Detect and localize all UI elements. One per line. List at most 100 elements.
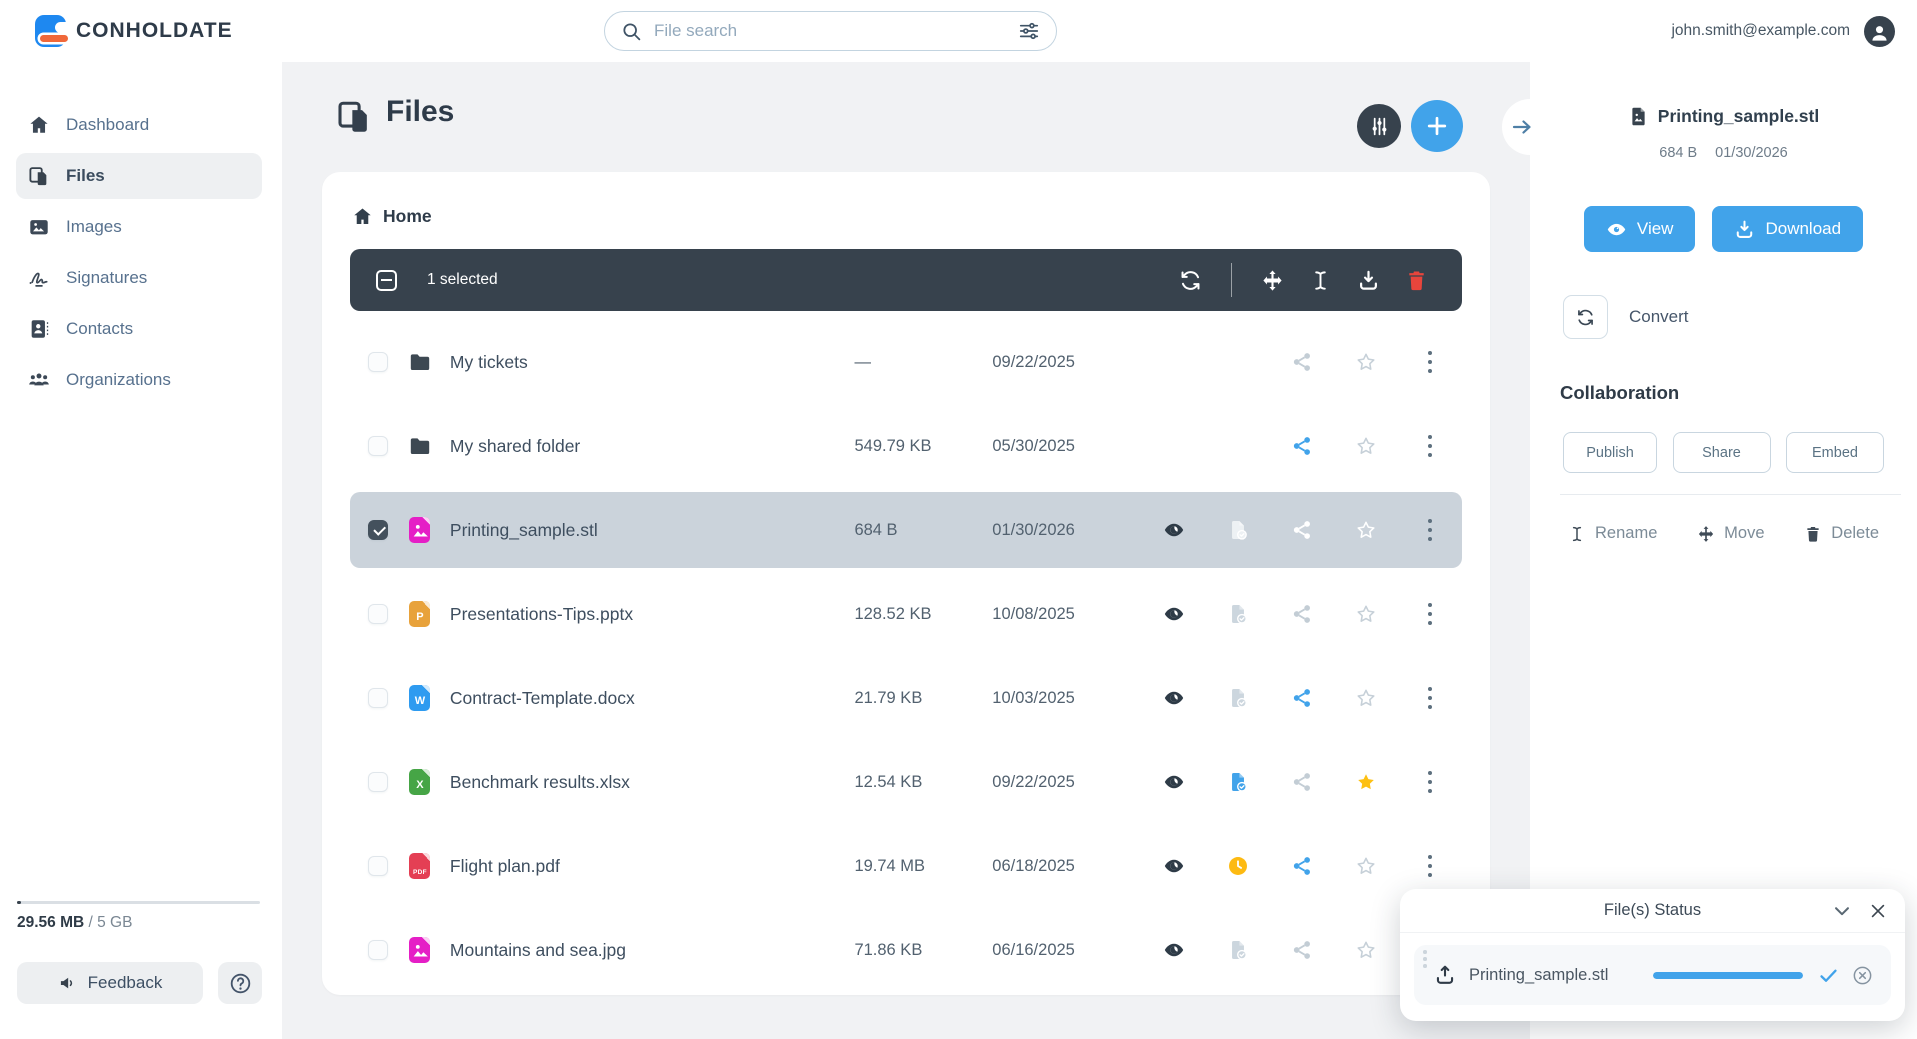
share-button[interactable]: Share bbox=[1673, 432, 1771, 473]
table-row[interactable]: P Presentations-Tips.pptx 128.52 KB 10/0… bbox=[350, 576, 1462, 652]
conversion-status-icon[interactable] bbox=[1206, 855, 1270, 877]
favorite-star-icon[interactable] bbox=[1334, 435, 1398, 457]
row-checkbox[interactable] bbox=[368, 520, 388, 540]
row-menu-kebab[interactable] bbox=[1398, 433, 1462, 460]
folder-icon bbox=[408, 350, 432, 374]
share-icon[interactable] bbox=[1270, 939, 1334, 961]
publish-button[interactable]: Publish bbox=[1563, 432, 1657, 473]
row-checkbox[interactable] bbox=[368, 352, 388, 372]
convert-button[interactable]: Convert bbox=[1563, 295, 1689, 339]
row-checkbox[interactable] bbox=[368, 604, 388, 624]
table-row[interactable]: X Benchmark results.xlsx 12.54 KB 09/22/… bbox=[350, 744, 1462, 820]
file-name[interactable]: Contract-Template.docx bbox=[442, 688, 855, 709]
upload-complete-icon bbox=[1818, 965, 1839, 986]
file-name[interactable]: Flight plan.pdf bbox=[442, 856, 855, 877]
move-selected-icon[interactable] bbox=[1261, 269, 1284, 292]
row-checkbox[interactable] bbox=[368, 856, 388, 876]
sidebar-item-contacts[interactable]: Contacts bbox=[16, 306, 262, 352]
conversion-status-icon[interactable] bbox=[1206, 771, 1270, 793]
file-name[interactable]: Printing_sample.stl bbox=[442, 520, 855, 541]
user-email[interactable]: john.smith@example.com bbox=[1671, 22, 1850, 40]
conversion-status-icon[interactable] bbox=[1206, 519, 1270, 541]
favorite-star-icon[interactable] bbox=[1334, 687, 1398, 709]
sidebar-item-dashboard[interactable]: Dashboard bbox=[16, 102, 262, 148]
embed-button[interactable]: Embed bbox=[1786, 432, 1884, 473]
search-input[interactable] bbox=[654, 21, 1006, 41]
close-icon bbox=[1868, 901, 1888, 921]
table-row[interactable]: Mountains and sea.jpg 71.86 KB 06/16/202… bbox=[350, 912, 1462, 988]
sidebar-item-files[interactable]: Files bbox=[16, 153, 262, 199]
sidebar-item-signatures[interactable]: Signatures bbox=[16, 255, 262, 301]
favorite-star-icon[interactable] bbox=[1334, 351, 1398, 373]
file-name[interactable]: Mountains and sea.jpg bbox=[442, 940, 855, 961]
rename-selected-icon[interactable] bbox=[1309, 269, 1332, 292]
breadcrumb[interactable]: Home bbox=[322, 172, 1490, 227]
conversion-status-icon[interactable] bbox=[1206, 603, 1270, 625]
row-checkbox[interactable] bbox=[368, 772, 388, 792]
file-date: 01/30/2026 bbox=[992, 521, 1142, 540]
sidebar-item-organizations[interactable]: Organizations bbox=[16, 357, 262, 403]
popup-close-button[interactable] bbox=[1868, 901, 1888, 921]
row-menu-kebab[interactable] bbox=[1398, 769, 1462, 796]
sidebar-item-label: Images bbox=[66, 217, 122, 237]
download-selected-icon[interactable] bbox=[1357, 269, 1380, 292]
share-icon[interactable] bbox=[1270, 603, 1334, 625]
rename-button[interactable]: Rename bbox=[1568, 524, 1657, 543]
share-icon[interactable] bbox=[1270, 771, 1334, 793]
brand-logo[interactable]: CONHOLDATE bbox=[35, 15, 233, 47]
favorite-star-icon[interactable] bbox=[1334, 939, 1398, 961]
table-row[interactable]: My shared folder 549.79 KB 05/30/2025 bbox=[350, 408, 1462, 484]
select-all-checkbox[interactable] bbox=[376, 270, 397, 291]
favorite-star-icon[interactable] bbox=[1334, 855, 1398, 877]
preview-eye-icon[interactable] bbox=[1142, 771, 1206, 793]
row-menu-kebab[interactable] bbox=[1398, 601, 1462, 628]
row-menu-kebab[interactable] bbox=[1398, 853, 1462, 880]
conversion-status-icon[interactable] bbox=[1206, 687, 1270, 709]
row-checkbox[interactable] bbox=[368, 688, 388, 708]
favorite-star-icon[interactable] bbox=[1334, 771, 1398, 793]
table-row[interactable]: W Contract-Template.docx 21.79 KB 10/03/… bbox=[350, 660, 1462, 736]
table-row[interactable]: My tickets — 09/22/2025 bbox=[350, 324, 1462, 400]
convert-selected-icon[interactable] bbox=[1179, 269, 1202, 292]
avatar[interactable] bbox=[1864, 16, 1895, 47]
home-icon bbox=[28, 114, 50, 136]
row-menu-kebab[interactable] bbox=[1398, 685, 1462, 712]
share-icon[interactable] bbox=[1270, 351, 1334, 373]
row-menu-kebab[interactable] bbox=[1398, 517, 1462, 544]
share-icon[interactable] bbox=[1270, 435, 1334, 457]
preview-eye-icon[interactable] bbox=[1142, 687, 1206, 709]
preview-eye-icon[interactable] bbox=[1142, 855, 1206, 877]
favorite-star-icon[interactable] bbox=[1334, 519, 1398, 541]
share-icon[interactable] bbox=[1270, 855, 1334, 877]
delete-button[interactable]: Delete bbox=[1804, 524, 1879, 543]
upload-cancel-button[interactable] bbox=[1852, 965, 1873, 986]
move-button[interactable]: Move bbox=[1697, 524, 1764, 543]
table-row[interactable]: Printing_sample.stl 684 B 01/30/2026 bbox=[350, 492, 1462, 568]
file-name[interactable]: My shared folder bbox=[442, 436, 855, 457]
popup-collapse-button[interactable] bbox=[1831, 900, 1853, 922]
view-button[interactable]: View bbox=[1584, 206, 1696, 252]
share-icon[interactable] bbox=[1270, 687, 1334, 709]
table-row[interactable]: PDF Flight plan.pdf 19.74 MB 06/18/2025 bbox=[350, 828, 1462, 904]
add-file-button[interactable] bbox=[1411, 100, 1463, 152]
view-options-button[interactable] bbox=[1357, 104, 1401, 148]
favorite-star-icon[interactable] bbox=[1334, 603, 1398, 625]
preview-eye-icon[interactable] bbox=[1142, 939, 1206, 961]
download-button[interactable]: Download bbox=[1712, 206, 1863, 252]
delete-selected-icon[interactable] bbox=[1405, 269, 1428, 292]
share-icon[interactable] bbox=[1270, 519, 1334, 541]
file-name[interactable]: My tickets bbox=[442, 352, 855, 373]
search-filter-icon[interactable] bbox=[1018, 20, 1040, 42]
preview-eye-icon[interactable] bbox=[1142, 519, 1206, 541]
file-name[interactable]: Benchmark results.xlsx bbox=[442, 772, 855, 793]
preview-eye-icon[interactable] bbox=[1142, 603, 1206, 625]
row-checkbox[interactable] bbox=[368, 940, 388, 960]
row-menu-kebab[interactable] bbox=[1398, 349, 1462, 376]
feedback-button[interactable]: Feedback bbox=[17, 962, 203, 1004]
row-checkbox[interactable] bbox=[368, 436, 388, 456]
convert-icon-button[interactable] bbox=[1563, 295, 1608, 339]
file-name[interactable]: Presentations-Tips.pptx bbox=[442, 604, 855, 625]
help-button[interactable] bbox=[218, 962, 262, 1004]
conversion-status-icon[interactable] bbox=[1206, 939, 1270, 961]
sidebar-item-images[interactable]: Images bbox=[16, 204, 262, 250]
